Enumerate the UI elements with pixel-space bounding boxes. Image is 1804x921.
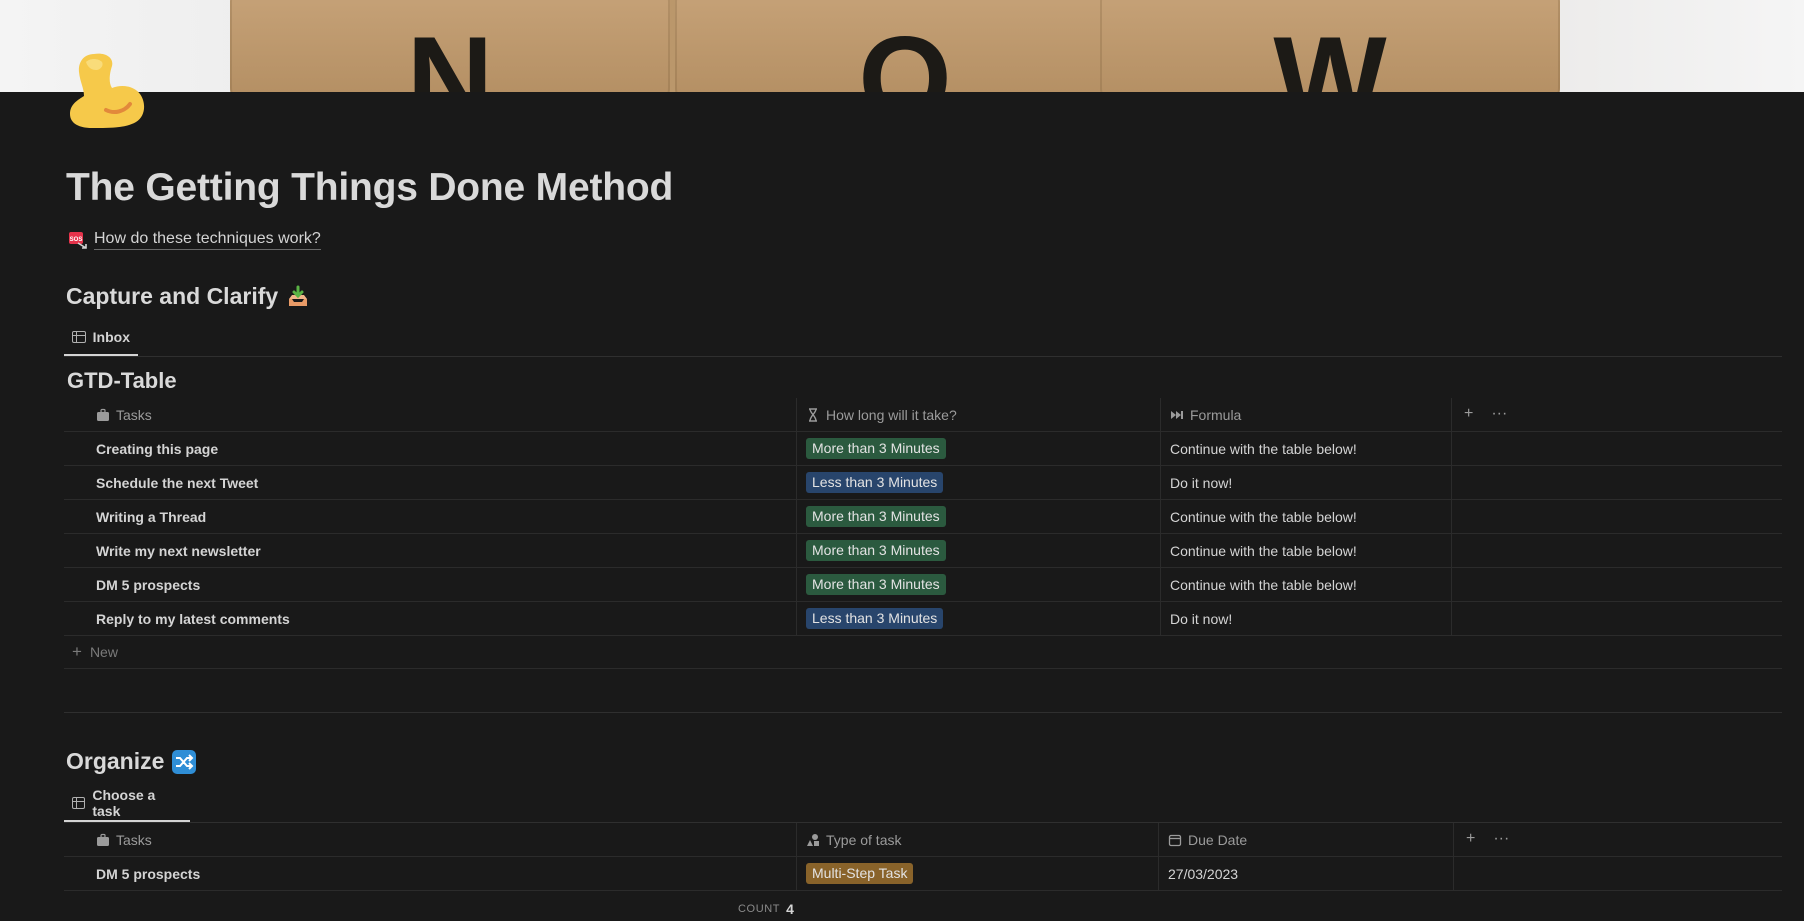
fast-forward-icon xyxy=(1170,408,1184,422)
column-header-tasks[interactable]: Tasks xyxy=(64,823,796,856)
task-name[interactable]: DM 5 prospects xyxy=(96,866,200,882)
section-divider xyxy=(64,712,1782,713)
table-row[interactable]: DM 5 prospects Multi-Step Task 27/03/202… xyxy=(64,857,1782,891)
organize-table: Tasks Type of task Due Date + ··· DM 5 p… xyxy=(64,823,1782,891)
duration-tag[interactable]: More than 3 Minutes xyxy=(806,438,946,459)
tile-letter: N xyxy=(406,12,494,92)
formula-value: Continue with the table below! xyxy=(1170,508,1357,525)
task-name[interactable]: Write my next newsletter xyxy=(96,543,261,559)
column-header-label: Tasks xyxy=(116,406,152,423)
table-icon xyxy=(72,797,86,809)
duration-tag[interactable]: Less than 3 Minutes xyxy=(806,472,944,493)
tile-letter: W xyxy=(1273,12,1387,92)
table-count: COUNT 4 xyxy=(738,901,794,917)
page-title: The Getting Things Done Method xyxy=(66,166,674,209)
shuffle-icon xyxy=(172,749,197,774)
column-header-spacer: + ··· xyxy=(1451,398,1782,431)
section-heading-text: Organize xyxy=(66,748,165,774)
help-link[interactable]: SOS How do these techniques work? xyxy=(68,230,321,250)
empty-cell xyxy=(1451,500,1782,533)
table-row[interactable]: Writing a Thread More than 3 Minutes Con… xyxy=(64,500,1782,534)
table-row[interactable]: Creating this page More than 3 Minutes C… xyxy=(64,432,1782,466)
duration-tag[interactable]: More than 3 Minutes xyxy=(806,540,946,561)
table-row[interactable]: Schedule the next Tweet Less than 3 Minu… xyxy=(64,466,1782,500)
task-name[interactable]: Creating this page xyxy=(96,441,218,457)
table-row[interactable]: Write my next newsletter More than 3 Min… xyxy=(64,534,1782,568)
duration-tag[interactable]: Less than 3 Minutes xyxy=(806,608,944,629)
briefcase-icon xyxy=(96,833,110,847)
task-name[interactable]: Schedule the next Tweet xyxy=(96,475,258,491)
column-header-label: Tasks xyxy=(116,831,152,848)
column-header-label: Type of task xyxy=(826,831,902,848)
add-property-icon[interactable]: + xyxy=(1466,830,1475,848)
add-property-icon[interactable]: + xyxy=(1464,405,1473,423)
due-date-value[interactable]: 27/03/2023 xyxy=(1168,866,1238,882)
tab-label: Inbox xyxy=(92,329,130,345)
gtd-table: Tasks How long will it take? Formula + ·… xyxy=(64,398,1782,669)
table-icon xyxy=(72,331,86,343)
tab-inbox[interactable]: Inbox xyxy=(64,320,138,356)
formula-value: Do it now! xyxy=(1170,610,1233,627)
table-header: Tasks Type of task Due Date + ··· xyxy=(64,823,1782,857)
briefcase-icon xyxy=(96,408,110,422)
column-header-spacer: + ··· xyxy=(1453,823,1782,856)
empty-cell xyxy=(1451,602,1782,635)
sos-icon: SOS xyxy=(68,230,88,250)
duration-tag[interactable]: More than 3 Minutes xyxy=(806,574,946,595)
section-heading-capture: Capture and Clarify xyxy=(66,283,310,310)
new-row-button[interactable]: + New xyxy=(64,636,1782,669)
column-header-label: How long will it take? xyxy=(826,406,957,423)
svg-text:SOS: SOS xyxy=(70,237,83,243)
column-header-due-date[interactable]: Due Date xyxy=(1158,823,1453,856)
view-tabs: Inbox xyxy=(64,320,1782,357)
flexed-biceps-icon[interactable] xyxy=(66,48,148,130)
count-value: 4 xyxy=(786,901,794,917)
empty-cell xyxy=(1451,568,1782,601)
shapes-icon xyxy=(806,833,820,847)
duration-tag[interactable]: More than 3 Minutes xyxy=(806,506,946,527)
formula-value: Do it now! xyxy=(1170,474,1233,491)
formula-value: Continue with the table below! xyxy=(1170,440,1357,457)
table-row[interactable]: Reply to my latest comments Less than 3 … xyxy=(64,602,1782,636)
table-header: Tasks How long will it take? Formula + ·… xyxy=(64,398,1782,432)
type-tag[interactable]: Multi-Step Task xyxy=(806,863,914,884)
plus-icon: + xyxy=(72,642,82,661)
section-heading-text: Capture and Clarify xyxy=(66,283,279,309)
table-row[interactable]: DM 5 prospects More than 3 Minutes Conti… xyxy=(64,568,1782,602)
column-header-type[interactable]: Type of task xyxy=(796,823,1158,856)
formula-value: Continue with the table below! xyxy=(1170,542,1357,559)
help-link-text[interactable]: How do these techniques work? xyxy=(94,230,321,250)
database-title: GTD-Table xyxy=(67,368,177,393)
calendar-icon xyxy=(1168,833,1182,847)
tile-letter: O xyxy=(858,12,952,92)
letter-tile: O xyxy=(675,0,1135,92)
more-options-icon[interactable]: ··· xyxy=(1493,830,1509,848)
column-header-duration[interactable]: How long will it take? xyxy=(796,398,1160,431)
view-tabs: Choose a task xyxy=(64,786,1782,823)
column-header-label: Due Date xyxy=(1188,831,1248,848)
column-header-formula[interactable]: Formula xyxy=(1160,398,1451,431)
hourglass-icon xyxy=(806,407,820,422)
empty-cell xyxy=(1451,534,1782,567)
empty-cell xyxy=(1453,857,1782,890)
task-name[interactable]: Reply to my latest comments xyxy=(96,611,290,627)
inbox-tray-icon xyxy=(286,285,310,309)
more-options-icon[interactable]: ··· xyxy=(1491,405,1507,423)
empty-cell xyxy=(1451,466,1782,499)
column-header-tasks[interactable]: Tasks xyxy=(64,398,796,431)
tab-label: Choose a task xyxy=(92,787,156,819)
formula-value: Continue with the table below! xyxy=(1170,576,1357,593)
task-name[interactable]: Writing a Thread xyxy=(96,509,206,525)
new-row-label: New xyxy=(89,644,118,660)
cover-image: N O W xyxy=(0,0,1804,92)
column-header-label: Formula xyxy=(1190,406,1242,423)
count-label: COUNT xyxy=(738,903,781,915)
empty-cell xyxy=(1451,432,1782,465)
task-name[interactable]: DM 5 prospects xyxy=(96,577,200,593)
letter-tile: N xyxy=(230,0,670,92)
tab-choose-a-task[interactable]: Choose a task xyxy=(64,786,190,822)
section-heading-organize: Organize xyxy=(66,748,197,775)
letter-tile: W xyxy=(1100,0,1560,92)
